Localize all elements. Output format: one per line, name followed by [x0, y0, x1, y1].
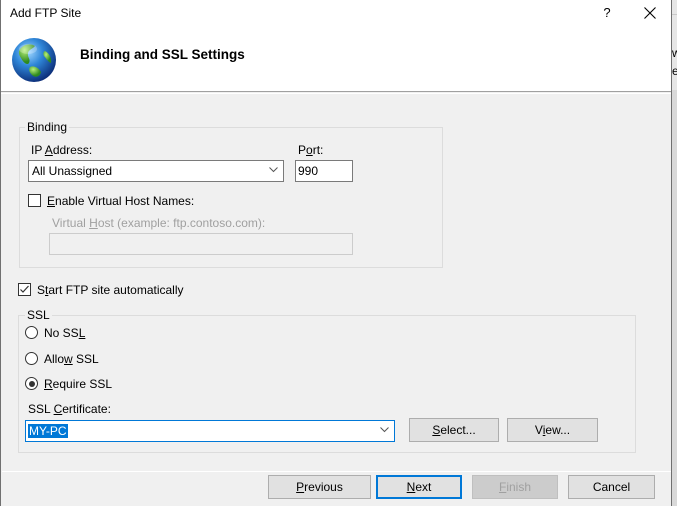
require-ssl-radio[interactable]	[25, 377, 38, 390]
close-button[interactable]	[637, 2, 663, 24]
no-ssl-radio[interactable]	[25, 326, 38, 339]
dialog-title: Add FTP Site	[10, 6, 82, 20]
start-ftp-automatically-label[interactable]: Start FTP site automatically	[37, 283, 184, 297]
virtual-host-input[interactable]	[49, 233, 353, 255]
add-ftp-site-dialog: Add FTP Site ? Binding and SSL Settings …	[0, 0, 672, 506]
cancel-button[interactable]: Cancel	[568, 475, 655, 499]
allow-ssl-radio[interactable]	[25, 352, 38, 365]
background-window-text: w	[672, 46, 677, 60]
background-window-text: e	[672, 64, 677, 78]
chevron-down-icon	[269, 167, 278, 173]
background-window-divider	[672, 14, 677, 15]
virtual-host-label: Virtual Host (example: ftp.contoso.com):	[52, 216, 266, 230]
select-certificate-button[interactable]: Select...	[409, 418, 499, 442]
page-heading: Binding and SSL Settings	[80, 47, 245, 62]
globe-icon	[12, 38, 56, 82]
port-value: 990	[298, 164, 319, 178]
help-button[interactable]: ?	[597, 2, 617, 24]
ip-address-dropdown[interactable]: All Unassigned	[28, 160, 284, 182]
start-ftp-automatically-checkbox[interactable]	[18, 283, 31, 296]
ssl-certificate-dropdown[interactable]: MY-PC	[25, 420, 395, 442]
ssl-group-label: SSL	[25, 308, 52, 322]
port-input[interactable]: 990	[295, 160, 353, 182]
enable-virtual-host-label[interactable]: Enable Virtual Host Names:	[47, 194, 194, 208]
view-certificate-button[interactable]: View...	[507, 418, 598, 442]
ip-address-value: All Unassigned	[32, 164, 113, 178]
previous-button[interactable]: Previous	[268, 475, 371, 499]
ssl-certificate-label: SSL Certificate:	[28, 402, 111, 416]
radio-selected-dot	[28, 380, 35, 387]
port-label: Port:	[298, 143, 324, 157]
require-ssl-label[interactable]: Require SSL	[44, 377, 112, 391]
finish-button[interactable]: Finish	[472, 475, 558, 499]
background-window-panel	[672, 90, 677, 506]
next-button[interactable]: Next	[376, 475, 462, 499]
binding-group-label: Binding	[25, 120, 70, 134]
header-divider	[1, 93, 671, 94]
footer-divider	[2, 471, 671, 472]
no-ssl-label[interactable]: No SSL	[44, 326, 85, 340]
ssl-certificate-value: MY-PC	[28, 424, 68, 438]
background-window-edge: w e	[672, 0, 677, 506]
ip-address-label: IP Address:	[31, 143, 93, 157]
close-icon	[644, 7, 656, 19]
chevron-down-icon	[380, 427, 389, 433]
dialog-header: Add FTP Site ? Binding and SSL Settings	[1, 0, 671, 92]
allow-ssl-label[interactable]: Allow SSL	[44, 352, 99, 366]
enable-virtual-host-checkbox[interactable]	[28, 194, 41, 207]
checkmark-icon	[20, 285, 29, 293]
